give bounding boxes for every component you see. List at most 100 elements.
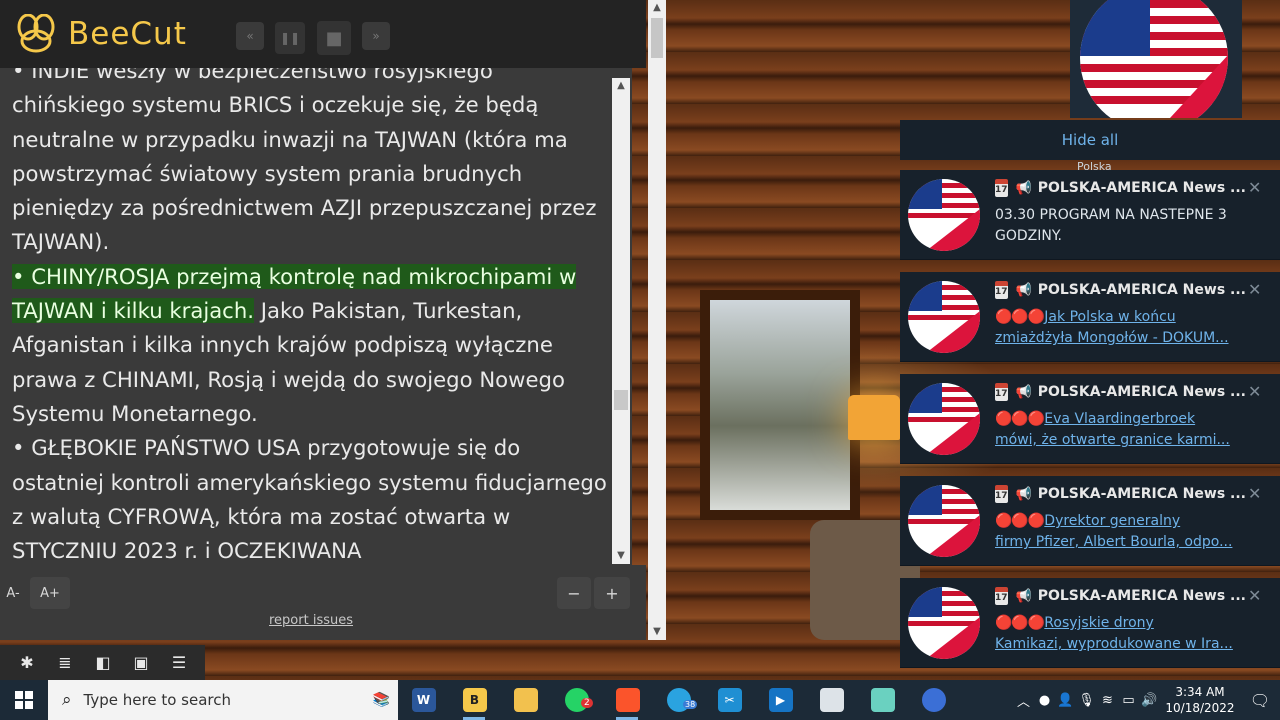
notification-channel: POLSKA-AMERICA News ...	[1037, 180, 1245, 196]
notification-line-2[interactable]: firmy Pfizer, Albert Bourla, odpo...	[995, 532, 1240, 553]
notification-line-2[interactable]: mówi, że otwarte granice karmi...	[995, 430, 1240, 451]
notification-center-icon[interactable]: 🗨	[1240, 691, 1280, 710]
wallpaper-lamp	[848, 395, 900, 440]
zoom-plus-button[interactable]: +	[594, 577, 630, 609]
taskbar-brave[interactable]	[602, 680, 653, 720]
reader-scrollbar[interactable]: ▲ ▼	[612, 78, 630, 564]
volume-icon[interactable]: 🔊	[1139, 693, 1160, 708]
chevron-up-icon[interactable]: ︿	[1013, 691, 1034, 710]
notification-channel: POLSKA-AMERICA News ...	[1037, 384, 1245, 400]
notification-header: 17 📢 POLSKA-AMERICA News ...	[995, 484, 1245, 504]
rewind-button[interactable]: «	[236, 22, 264, 50]
video-icon: ▶	[768, 688, 793, 712]
notification-header: 17 📢 POLSKA-AMERICA News ...	[995, 280, 1245, 300]
taskbar-app-9[interactable]	[806, 680, 857, 720]
taskbar-whatsapp[interactable]: 2	[551, 680, 602, 720]
calendar-icon: 17	[995, 383, 1008, 401]
notification-header: 17 📢 POLSKA-AMERICA News ...	[995, 178, 1245, 198]
beecut-logo: BeeCut	[10, 14, 187, 54]
font-increase-button[interactable]: A+	[30, 577, 70, 609]
playlist-icon[interactable]: ≣	[46, 645, 84, 680]
scroll-up-arrow-icon[interactable]: ▲	[612, 78, 630, 94]
browser-scroll-thumb[interactable]	[651, 18, 663, 58]
folder-icon	[513, 688, 538, 712]
megaphone-icon: 📢	[1015, 588, 1032, 604]
taskbar-app-11[interactable]	[908, 680, 959, 720]
browser-scroll-up-icon[interactable]: ▲	[648, 0, 666, 16]
notification-card[interactable]: 17 📢 POLSKA-AMERICA News ... ✕ 🔴🔴🔴Jak Po…	[900, 272, 1280, 362]
notification-avatar-large	[1070, 0, 1242, 118]
scroll-down-arrow-icon[interactable]: ▼	[612, 548, 630, 564]
channel-avatar-icon	[908, 179, 980, 251]
browser-scrollbar[interactable]: ▲ ▼	[648, 0, 666, 640]
taskbar-snipping[interactable]: ✂	[704, 680, 755, 720]
taskbar-media[interactable]: ▶	[755, 680, 806, 720]
notification-card[interactable]: 17 📢 POLSKA-AMERICA News ... ✕ 🔴🔴🔴Eva Vl…	[900, 374, 1280, 464]
notification-channel: POLSKA-AMERICA News ...	[1037, 588, 1245, 604]
sidebar-icon[interactable]: ◧	[84, 645, 122, 680]
red-dots-icon: 🔴🔴🔴	[995, 513, 1045, 529]
reader-paragraph-3: • GŁĘBOKIE PAŃSTWO USA przygotowuje się …	[12, 435, 607, 564]
forward-button[interactable]: »	[362, 22, 390, 50]
notification-line-1[interactable]: Dyrektor generalny	[1044, 513, 1180, 529]
notification-line-1[interactable]: Eva Vlaardingerbroek	[1044, 411, 1195, 427]
close-icon[interactable]: ✕	[1248, 280, 1261, 299]
megaphone-icon: 📢	[1015, 282, 1032, 298]
notification-card[interactable]: 17 📢 POLSKA-AMERICA News ... ✕ 🔴🔴🔴Rosyjs…	[900, 578, 1280, 668]
close-icon[interactable]: ✕	[1248, 484, 1261, 503]
location-icon[interactable]: ●	[1034, 693, 1055, 708]
channel-avatar-icon	[908, 383, 980, 455]
report-issues-link[interactable]: report issues	[269, 613, 353, 628]
reader-scroll-thumb[interactable]	[614, 390, 628, 410]
taskbar-app-10[interactable]	[857, 680, 908, 720]
pause-button[interactable]: ❚❚	[275, 22, 305, 54]
start-button[interactable]	[0, 680, 48, 720]
person-icon[interactable]: 👤	[1055, 693, 1076, 708]
stop-button[interactable]: ■	[317, 21, 351, 55]
browser-scroll-down-icon[interactable]: ▼	[648, 624, 666, 640]
taskbar-clock[interactable]: 3:34 AM 10/18/2022	[1160, 684, 1240, 716]
clock-time: 3:34 AM	[1175, 685, 1225, 699]
notification-card[interactable]: 17 📢 POLSKA-AMERICA News ... ✕ 🔴🔴🔴Dyrekt…	[900, 476, 1280, 566]
beecut-icon: B	[462, 688, 487, 712]
reader-panel[interactable]: • INDIE weszły w bezpieczeństwo rosyjski…	[0, 68, 632, 565]
close-icon[interactable]: ✕	[1248, 586, 1261, 605]
zoom-minus-button[interactable]: −	[557, 577, 591, 609]
clock-date: 10/18/2022	[1165, 701, 1235, 715]
taskbar-telegram[interactable]: 38	[653, 680, 704, 720]
taskbar-word[interactable]: W	[398, 680, 449, 720]
taskbar-beecut[interactable]: B	[449, 680, 500, 720]
taskbar-file-explorer[interactable]	[500, 680, 551, 720]
channel-avatar-icon	[908, 485, 980, 557]
calendar-icon: 17	[995, 179, 1008, 197]
hide-all-button[interactable]: Hide all	[900, 120, 1280, 160]
font-decrease-button[interactable]: A-	[0, 577, 26, 609]
telegram-badge: 38	[683, 700, 698, 709]
notification-card[interactable]: 17 📢 POLSKA-AMERICA News ... ✕ 03.30 PRO…	[900, 170, 1280, 260]
calendar-icon: 17	[995, 485, 1008, 503]
notification-line-2[interactable]: Kamikazi, wyprodukowane w Ira...	[995, 634, 1240, 655]
bee-icon	[17, 14, 55, 53]
wifi-icon[interactable]: ≋	[1097, 693, 1118, 708]
microphone-icon[interactable]: 🎙	[1076, 693, 1097, 708]
megaphone-icon: 📢	[1015, 384, 1032, 400]
network-icon[interactable]: ▭	[1118, 693, 1139, 708]
close-icon[interactable]: ✕	[1248, 382, 1261, 401]
notepad-icon	[870, 688, 895, 712]
menu-icon[interactable]: ☰	[160, 645, 198, 680]
wallet-icon[interactable]: ▣	[122, 645, 160, 680]
taskbar-search-box[interactable]: ⌕ Type here to search 📚	[48, 680, 398, 720]
notification-body: 🔴🔴🔴Dyrektor generalny firmy Pfizer, Albe…	[995, 511, 1245, 553]
brave-icon	[615, 688, 640, 712]
puzzle-icon[interactable]: ✱	[8, 645, 46, 680]
red-dots-icon: 🔴🔴🔴	[995, 615, 1045, 631]
notification-line-1[interactable]: Rosyjskie drony	[1044, 615, 1154, 631]
notification-line-2[interactable]: zmiażdżyła Mongołów - DOKUM...	[995, 328, 1240, 349]
toolbar-edge	[0, 645, 8, 680]
us-poland-flag-icon	[1080, 0, 1228, 118]
app-name: BeeCut	[68, 16, 187, 52]
extension-toolbar: ✱ ≣ ◧ ▣ ☰	[0, 645, 205, 680]
notification-line-1[interactable]: Jak Polska w końcu	[1044, 309, 1175, 325]
notification-header: 17 📢 POLSKA-AMERICA News ...	[995, 586, 1245, 606]
close-icon[interactable]: ✕	[1248, 178, 1261, 197]
